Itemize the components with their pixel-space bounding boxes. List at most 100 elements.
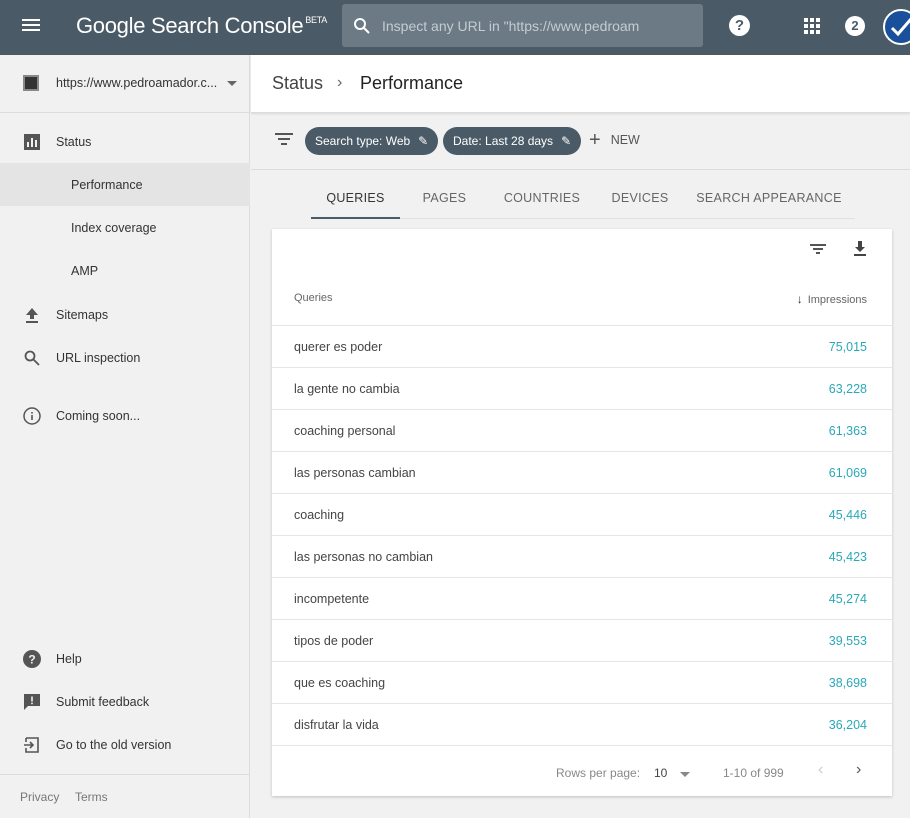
download-icon[interactable]	[850, 239, 872, 261]
sidebar-item-coming-soon[interactable]: Coming soon...	[0, 394, 250, 437]
search-icon	[22, 348, 42, 368]
new-filter-button[interactable]: + NEW	[589, 129, 640, 151]
filter-icon[interactable]	[275, 133, 293, 147]
impressions-cell: 45,423	[828, 550, 867, 564]
apps-grid-icon[interactable]	[804, 18, 820, 34]
tab-countries[interactable]: COUNTRIES	[491, 180, 593, 219]
chevron-right-icon: ›	[337, 74, 343, 91]
sidebar-item-url-inspection[interactable]: URL inspection	[0, 336, 250, 379]
table-row[interactable]: las personas cambian 61,069	[272, 451, 892, 493]
table-row[interactable]: coaching personal 61,363	[272, 409, 892, 451]
impressions-cell: 38,698	[828, 676, 867, 690]
sidebar-item-status[interactable]: Status	[0, 120, 250, 163]
property-url: https://www.pedroamador.c...	[56, 76, 218, 90]
sidebar-item-label: Help	[56, 651, 82, 666]
table-row[interactable]: tipos de poder 39,553	[272, 619, 892, 661]
sidebar-item-index-coverage[interactable]: Index coverage	[0, 206, 250, 249]
column-header-queries[interactable]: Queries	[294, 292, 333, 304]
impressions-cell: 61,069	[828, 466, 867, 480]
rows-per-page-label: Rows per page:	[556, 766, 641, 780]
info-icon	[22, 406, 42, 426]
caret-down-icon	[227, 81, 237, 86]
privacy-link[interactable]: Privacy	[20, 790, 59, 804]
tab-devices[interactable]: DEVICES	[600, 180, 680, 219]
sidebar-item-sitemaps[interactable]: Sitemaps	[0, 293, 250, 336]
page-header: Status › Performance	[251, 55, 910, 113]
table-row[interactable]: que es coaching 38,698	[272, 661, 892, 703]
impressions-cell: 36,204	[828, 718, 867, 732]
sort-arrow-down-icon: ↓	[796, 292, 803, 306]
date-range-chip[interactable]: Date: Last 28 days ✎	[443, 127, 582, 155]
query-cell: las personas no cambian	[294, 550, 433, 564]
sidebar-item-label: Sitemaps	[56, 307, 109, 322]
sidebar-item-help[interactable]: ? Help	[0, 637, 250, 680]
impressions-cell: 61,363	[828, 424, 867, 438]
page-title: Performance	[360, 73, 464, 93]
query-cell: tipos de poder	[294, 634, 374, 648]
table-row[interactable]: incompetente 45,274	[272, 577, 892, 619]
property-favicon	[23, 75, 39, 91]
plus-icon: +	[589, 129, 601, 151]
notification-badge[interactable]: 2	[845, 16, 865, 36]
table-row[interactable]: querer es poder 75,015	[272, 325, 892, 367]
filter-bar: Search type: Web ✎ Date: Last 28 days ✎ …	[251, 113, 910, 170]
sidebar-item-label: AMP	[71, 263, 99, 278]
app-brand[interactable]: Google Search Console BETA	[76, 13, 327, 39]
table-row[interactable]: las personas no cambian 45,423	[272, 535, 892, 577]
sidebar-item-label: Performance	[71, 177, 143, 192]
table-row[interactable]: la gente no cambia 63,228	[272, 367, 892, 409]
impressions-cell: 45,274	[828, 592, 867, 606]
tab-search-appearance[interactable]: SEARCH APPEARANCE	[695, 180, 843, 219]
upload-icon	[22, 305, 42, 325]
sidebar-item-old-version[interactable]: Go to the old version	[0, 723, 250, 766]
brand-beta-badge: BETA	[305, 15, 327, 25]
table-pagination: Rows per page: 10 1-10 of 999 ‹ ›	[272, 745, 892, 796]
help-icon: ?	[22, 649, 42, 669]
query-cell: coaching	[294, 508, 345, 522]
rows-per-page-select[interactable]: 10	[654, 766, 667, 780]
query-cell: la gente no cambia	[294, 382, 400, 396]
sidebar-item-label: Status	[56, 134, 92, 149]
search-input[interactable]	[382, 17, 682, 34]
edit-pencil-icon: ✎	[561, 134, 572, 148]
terms-link[interactable]: Terms	[75, 790, 108, 804]
menu-icon[interactable]	[20, 16, 42, 38]
top-app-bar: Google Search ConsoleBETA ? 2	[0, 0, 910, 55]
table-row[interactable]: disfrutar la vida 36,204	[272, 703, 892, 745]
breadcrumb-status[interactable]: Status	[272, 73, 323, 94]
query-cell: coaching personal	[294, 424, 396, 438]
help-icon[interactable]: ?	[729, 15, 750, 36]
brand-name: Google Search Console	[76, 13, 304, 38]
caret-down-icon[interactable]	[680, 772, 690, 777]
sidebar-footer: Privacy Terms	[0, 774, 250, 818]
sidebar-item-performance[interactable]: Performance	[0, 163, 250, 206]
query-cell: incompetente	[294, 592, 370, 606]
search-type-chip[interactable]: Search type: Web ✎	[305, 127, 439, 155]
sidebar: https://www.pedroamador.c... Status Perf…	[0, 55, 250, 818]
tab-queries[interactable]: QUERIES	[311, 180, 400, 219]
url-inspect-search[interactable]	[342, 4, 703, 47]
filter-rows-icon[interactable]	[808, 239, 830, 261]
chevron-left-icon[interactable]: ‹	[818, 761, 823, 779]
chevron-right-icon[interactable]: ›	[856, 761, 861, 779]
impressions-cell: 63,228	[828, 382, 867, 396]
sidebar-item-submit-feedback[interactable]: Submit feedback	[0, 680, 250, 723]
impressions-cell: 75,015	[828, 340, 867, 354]
sidebar-item-label: Index coverage	[71, 220, 157, 235]
search-icon	[342, 4, 382, 47]
feedback-icon	[22, 692, 42, 712]
query-cell: querer es poder	[294, 340, 383, 354]
queries-table-card: Queries ↓ Impressions querer es poder 75,0…	[272, 229, 892, 796]
sidebar-item-label: Coming soon...	[56, 408, 141, 423]
tab-pages[interactable]: PAGES	[400, 180, 489, 219]
account-avatar[interactable]	[883, 9, 910, 45]
sidebar-item-label: Go to the old version	[56, 737, 172, 752]
exit-icon	[22, 735, 42, 755]
table-row[interactable]: coaching 45,446	[272, 493, 892, 535]
query-cell: que es coaching	[294, 676, 386, 690]
column-header-impressions[interactable]: ↓ Impressions	[797, 292, 867, 306]
sidebar-item-amp[interactable]: AMP	[0, 249, 250, 292]
query-cell: las personas cambian	[294, 466, 416, 480]
property-selector[interactable]: https://www.pedroamador.c...	[0, 55, 250, 113]
chip-label: Search type: Web	[315, 134, 411, 148]
